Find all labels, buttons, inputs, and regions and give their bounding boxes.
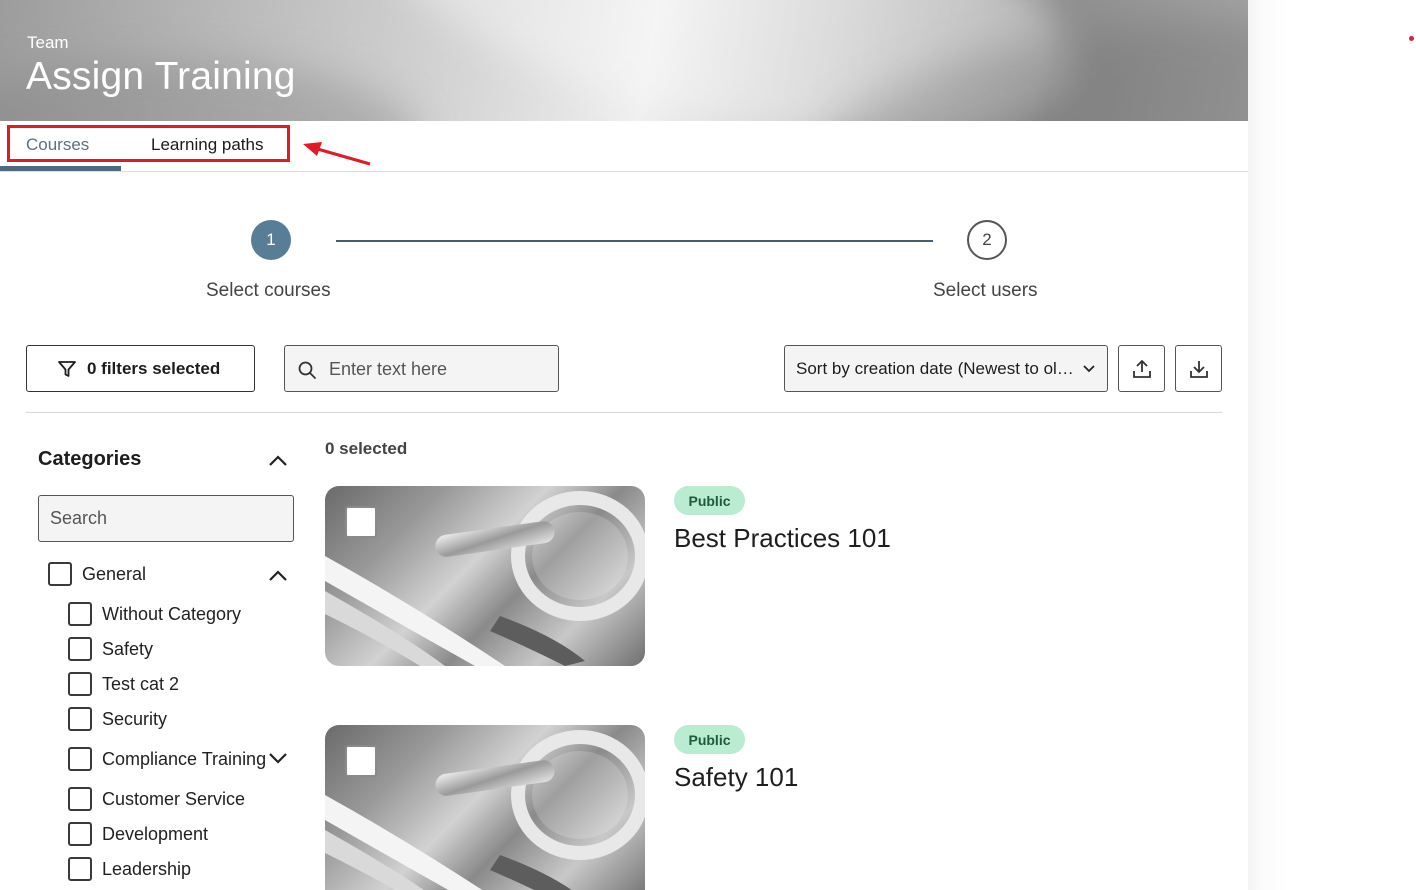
category-customer-service[interactable]: Customer Service: [68, 787, 245, 811]
category-checkbox[interactable]: [68, 602, 92, 626]
category-checkbox[interactable]: [68, 672, 92, 696]
categories-heading: Categories: [38, 448, 142, 470]
category-checkbox[interactable]: [68, 787, 92, 811]
category-label: Compliance Training: [102, 748, 267, 769]
category-label: Without Category: [102, 603, 242, 624]
selected-count: 0 selected: [325, 439, 408, 458]
assign-training-page: Team Assign Training Courses Learning pa…: [0, 0, 1248, 890]
status-badge: Public: [674, 486, 745, 515]
search-input[interactable]: [329, 356, 549, 382]
filters-button[interactable]: 0 filters selected: [26, 345, 255, 392]
annotation-dot: [1409, 36, 1414, 41]
category-label: Safety: [102, 638, 154, 659]
step-2-label: Select users: [933, 280, 1038, 301]
search-icon: [298, 361, 316, 379]
course-select-checkbox[interactable]: [345, 506, 377, 538]
annotation-highlight-box: [7, 125, 290, 162]
stepper-connector: [336, 240, 933, 242]
chevron-up-icon[interactable]: [266, 450, 290, 470]
category-label: Security: [102, 708, 168, 729]
category-label: Development: [102, 823, 209, 844]
category-checkbox[interactable]: [68, 707, 92, 731]
download-button[interactable]: [1175, 345, 1222, 392]
category-test-cat-2[interactable]: Test cat 2: [68, 672, 179, 696]
annotation-arrow-icon: [303, 142, 371, 166]
course-select-checkbox[interactable]: [345, 745, 377, 777]
course-title[interactable]: Best Practices 101: [674, 523, 891, 554]
category-checkbox[interactable]: [68, 747, 92, 771]
filters-button-label: 0 filters selected: [87, 358, 221, 378]
sort-dropdown-value: Sort by creation date (Newest to oldest): [796, 358, 1078, 378]
category-label: Leadership: [102, 858, 192, 879]
status-badge: Public: [674, 725, 745, 754]
category-checkbox[interactable]: [68, 637, 92, 661]
category-label: General: [82, 563, 147, 584]
category-checkbox[interactable]: [68, 822, 92, 846]
category-general[interactable]: General: [48, 562, 146, 586]
active-tab-indicator: [0, 166, 121, 171]
course-thumbnail[interactable]: [325, 725, 645, 890]
step-2-indicator: 2: [967, 220, 1007, 260]
category-development[interactable]: Development: [68, 822, 208, 846]
download-icon: [1189, 360, 1208, 378]
category-leadership[interactable]: Leadership: [68, 857, 191, 881]
category-checkbox[interactable]: [68, 857, 92, 881]
page-margin: [1248, 0, 1416, 890]
course-thumbnail[interactable]: [325, 486, 645, 666]
category-safety[interactable]: Safety: [68, 637, 153, 661]
search-field[interactable]: [284, 345, 559, 392]
category-label: Test cat 2: [102, 673, 180, 694]
category-label: Customer Service: [102, 788, 246, 809]
category-without-category[interactable]: Without Category: [68, 602, 241, 626]
page-title: Assign Training: [26, 55, 296, 98]
chevron-up-icon[interactable]: [266, 565, 290, 585]
upload-button[interactable]: [1118, 345, 1165, 392]
category-security[interactable]: Security: [68, 707, 167, 731]
chevron-down-icon[interactable]: [266, 748, 290, 768]
category-checkbox[interactable]: [48, 562, 72, 586]
chevron-down-icon: [1083, 364, 1095, 372]
upload-icon: [1132, 359, 1151, 378]
step-1-label: Select courses: [206, 280, 331, 301]
page-header-banner: Team Assign Training: [0, 0, 1248, 121]
toolbar-divider: [26, 412, 1222, 413]
sort-dropdown[interactable]: Sort by creation date (Newest to oldest): [784, 345, 1108, 392]
header-eyebrow: Team: [27, 33, 69, 52]
filter-icon: [58, 360, 76, 377]
category-search-input[interactable]: [38, 495, 294, 542]
step-1-indicator: 1: [251, 220, 291, 260]
category-compliance-training[interactable]: Compliance Training: [68, 747, 266, 771]
course-title[interactable]: Safety 101: [674, 762, 798, 793]
